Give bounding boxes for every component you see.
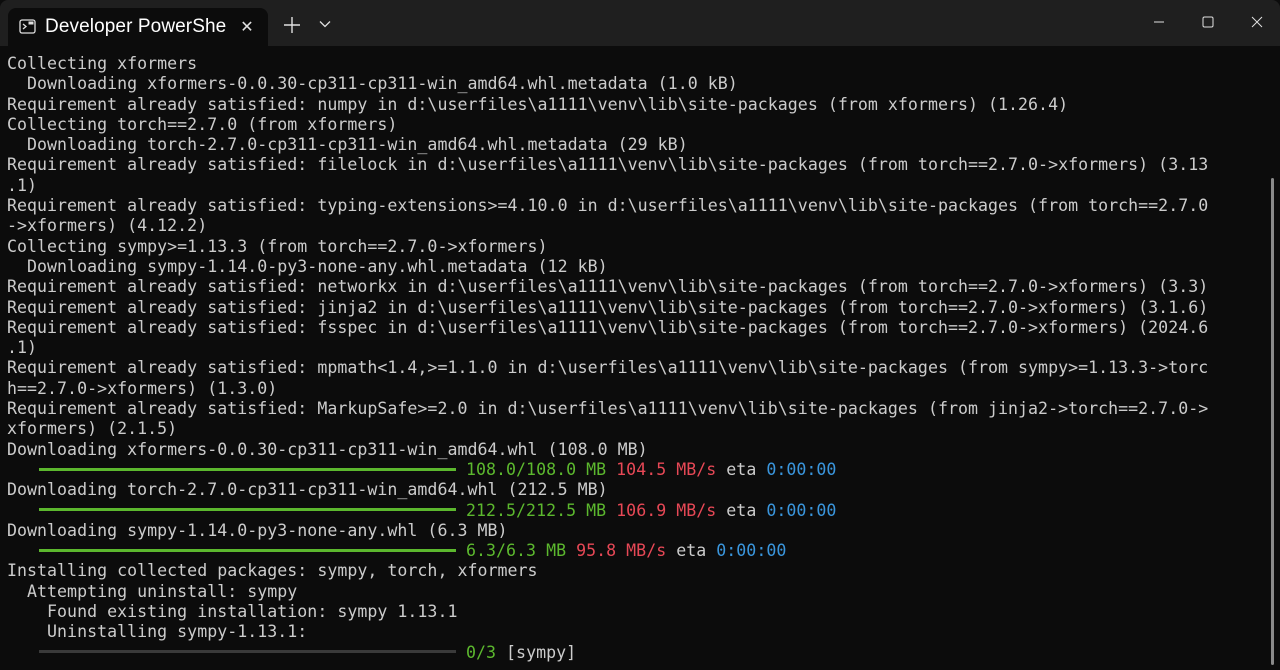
- download-size: 6.3/6.3 MB: [466, 541, 567, 561]
- output-line: xformers) (2.1.5): [7, 419, 178, 439]
- progress-row-install: 0/3 [sympy]: [7, 643, 1268, 663]
- output-line: Requirement already satisfied: numpy in …: [7, 94, 1069, 114]
- install-count: 0/3: [466, 642, 497, 662]
- download-speed: 95.8 MB/s: [576, 541, 667, 561]
- output-line: Uninstalling sympy-1.13.1:: [7, 622, 308, 642]
- progress-row-sympy: 6.3/6.3 MB 95.8 MB/s eta 0:00:00: [7, 541, 1268, 561]
- output-line: Requirement already satisfied: typing-ex…: [7, 196, 1209, 216]
- output-line: Requirement already satisfied: filelock …: [7, 155, 1209, 175]
- output-line: Installing collected packages: sympy, to…: [7, 561, 538, 581]
- tab-dropdown-button[interactable]: [314, 13, 336, 35]
- plus-icon: [284, 17, 300, 33]
- output-line: Requirement already satisfied: networkx …: [7, 277, 1209, 297]
- download-size: 212.5/212.5 MB: [466, 500, 607, 520]
- output-line: Collecting xformers: [7, 54, 198, 73]
- new-tab-button[interactable]: [278, 11, 306, 39]
- output-line: Requirement already satisfied: jinja2 in…: [7, 297, 1209, 317]
- maximize-icon: [1202, 16, 1214, 28]
- eta-value: 0:00:00: [716, 541, 787, 561]
- output-lines: Collecting xformers Downloading xformers…: [7, 54, 1268, 460]
- progress-bar: [39, 650, 456, 654]
- install-lines: Installing collected packages: sympy, to…: [7, 561, 1268, 642]
- eta-label: eta: [676, 541, 707, 561]
- terminal-window: Developer PowerShe ✕ Collecting xformers…: [0, 0, 1280, 670]
- title-bar: Developer PowerShe ✕: [0, 0, 1280, 46]
- close-window-button[interactable]: [1232, 0, 1280, 44]
- scrollbar-thumb[interactable]: [1271, 178, 1274, 665]
- output-line: Downloading sympy-1.14.0-py3-none-any.wh…: [7, 256, 608, 276]
- chevron-down-icon: [319, 21, 331, 28]
- output-line: Requirement already satisfied: fsspec in…: [7, 317, 1209, 337]
- maximize-button[interactable]: [1183, 0, 1233, 44]
- tab-developer-powershell[interactable]: Developer PowerShe ✕: [8, 8, 268, 46]
- output-line: Attempting uninstall: sympy: [7, 581, 298, 601]
- output-line: .1): [7, 175, 38, 195]
- output-line: .1): [7, 338, 38, 358]
- terminal-output[interactable]: Collecting xformers Downloading xformers…: [0, 46, 1268, 670]
- progress-row-torch: 212.5/212.5 MB 106.9 MB/s eta 0:00:00: [7, 501, 1268, 521]
- minimize-icon: [1154, 21, 1164, 23]
- output-line: Downloading xformers-0.0.30-cp311-cp311-…: [7, 74, 738, 94]
- eta-value: 0:00:00: [766, 459, 837, 479]
- tab-title: Developer PowerShe: [45, 16, 227, 37]
- output-line: Downloading sympy-1.14.0-py3-none-any.wh…: [7, 520, 508, 540]
- progress-row-xformers: 108.0/108.0 MB 104.5 MB/s eta 0:00:00: [7, 460, 1268, 480]
- output-line: Requirement already satisfied: MarkupSaf…: [7, 399, 1209, 419]
- minimize-button[interactable]: [1134, 0, 1184, 44]
- progress-bar: [39, 508, 456, 512]
- download-speed: 104.5 MB/s: [616, 459, 717, 479]
- output-line: Downloading torch-2.7.0-cp311-cp311-win_…: [7, 135, 688, 155]
- output-line: Downloading torch-2.7.0-cp311-cp311-win_…: [7, 480, 608, 500]
- close-tab-button[interactable]: ✕: [236, 15, 258, 37]
- output-line: Requirement already satisfied: mpmath<1.…: [7, 358, 1209, 378]
- download-speed: 106.9 MB/s: [616, 500, 717, 520]
- output-line: Collecting sympy>=1.13.3 (from torch==2.…: [7, 236, 548, 256]
- output-line: ->xformers) (4.12.2): [7, 216, 208, 236]
- terminal-icon: [18, 18, 36, 34]
- output-line: Collecting torch==2.7.0 (from xformers): [7, 114, 398, 134]
- output-line: Downloading xformers-0.0.30-cp311-cp311-…: [7, 439, 648, 459]
- progress-bar: [39, 548, 456, 552]
- close-icon: [1251, 16, 1263, 28]
- output-line: Found existing installation: sympy 1.13.…: [7, 602, 458, 622]
- eta-label: eta: [726, 500, 757, 520]
- eta-label: eta: [726, 459, 757, 479]
- output-line: h==2.7.0->xformers) (1.3.0): [7, 378, 278, 398]
- eta-value: 0:00:00: [766, 500, 837, 520]
- download-size: 108.0/108.0 MB: [466, 459, 607, 479]
- progress-bar: [39, 467, 456, 471]
- install-package-label: [sympy]: [506, 642, 577, 662]
